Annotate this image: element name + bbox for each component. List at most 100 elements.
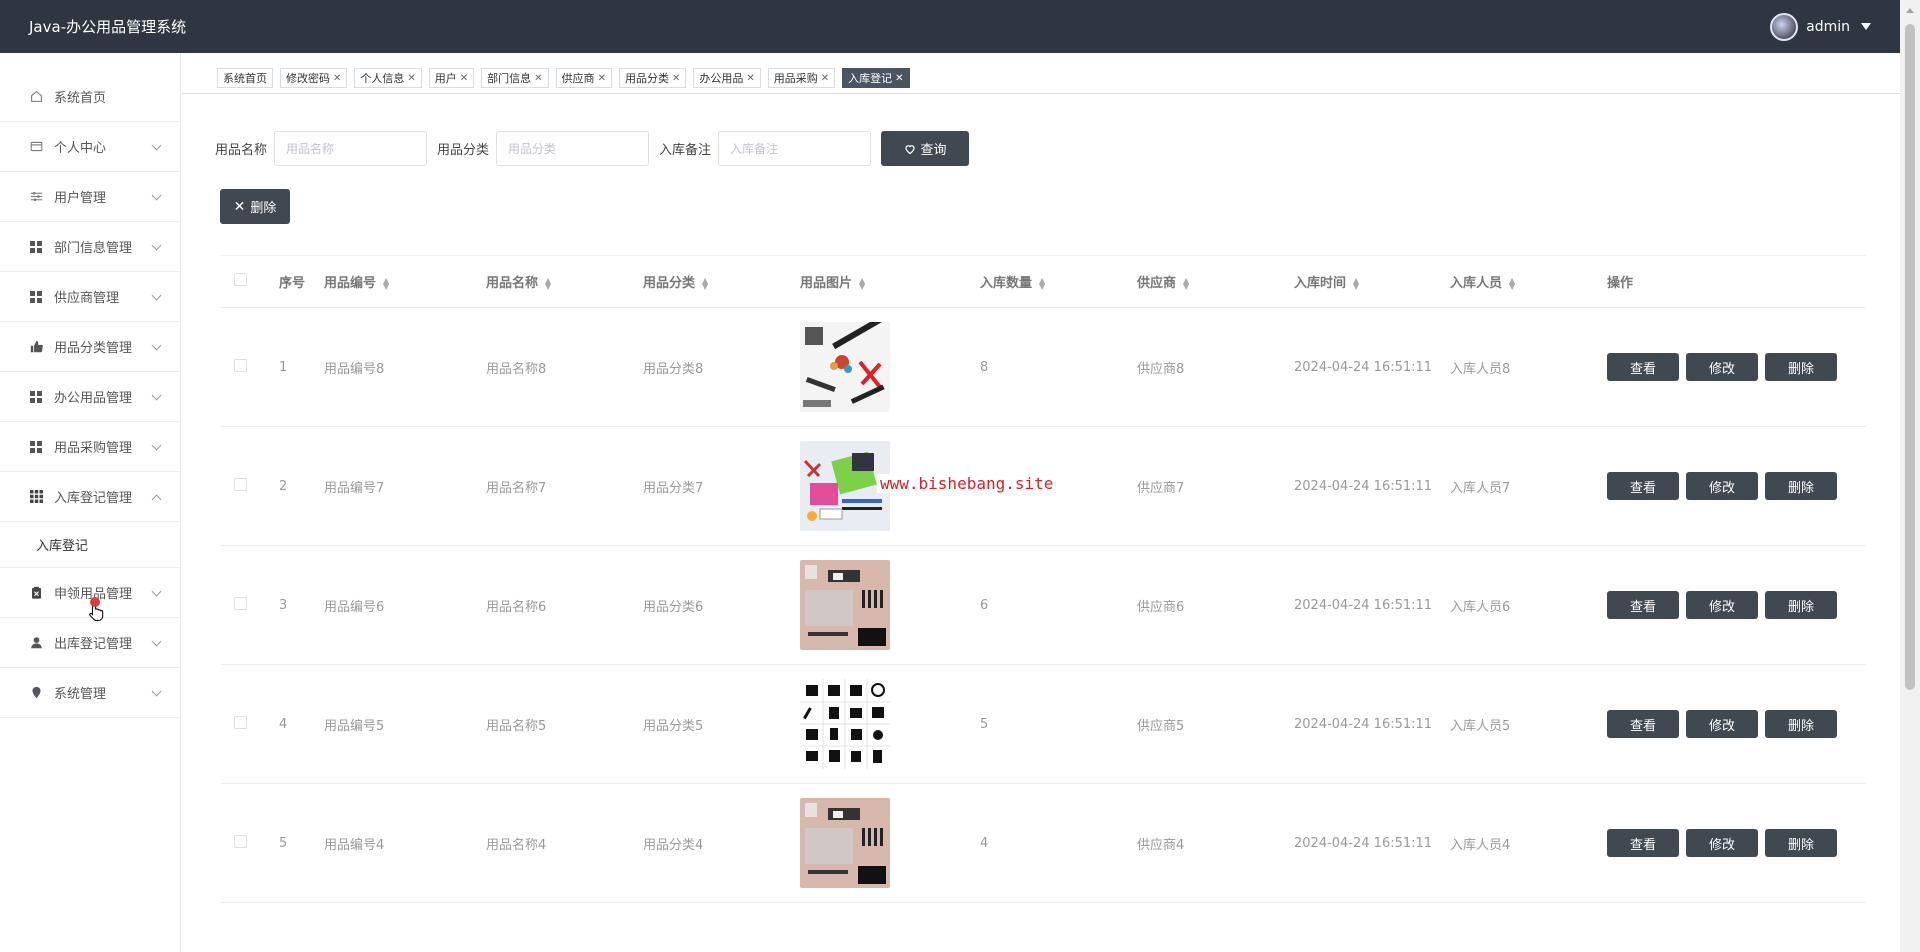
close-icon[interactable]: ✕ [895,73,903,84]
caret-down-icon[interactable] [1861,23,1871,30]
header-time[interactable]: 入库时间 ▲ ▼ [1294,272,1450,291]
sidebar-item[interactable]: 系统管理 [0,668,180,718]
tab[interactable]: 入库登记 ✕ [842,68,910,88]
edit-button[interactable]: 修改 [1686,829,1758,857]
edit-button[interactable]: 修改 [1686,472,1758,500]
inbound-table: 序号 用品编号 ▲ ▼ 用品名称 ▲ ▼ 用品分类 ▲ ▼ 用品图片 ▲ ▼ 入库数量 ▲ ▼ 供应… [221,255,1866,903]
tab[interactable]: 用品采购 ✕ [767,68,836,88]
edit-button[interactable]: 修改 [1686,710,1758,738]
edit-button[interactable]: 修改 [1686,591,1758,619]
sort-icon[interactable]: ▲ ▼ [383,276,389,290]
row-checkbox[interactable] [234,358,247,372]
item-image[interactable] [800,560,890,650]
user-menu[interactable]: admin [1770,12,1871,41]
tab[interactable]: 部门信息 ✕ [481,68,549,88]
close-icon[interactable]: ✕ [534,73,542,84]
cell-image[interactable] [800,560,980,650]
cell-supplier: 供应商8 [1137,361,1185,377]
sort-icon[interactable]: ▲ ▼ [859,276,865,290]
row-checkbox[interactable] [234,834,247,848]
header-qty[interactable]: 入库数量 ▲ ▼ [980,272,1137,291]
cell-code: 用品编号6 [324,599,385,615]
close-icon[interactable]: ✕ [460,73,468,84]
sidebar-item[interactable]: 出库登记管理 [0,618,180,668]
close-icon[interactable]: ✕ [672,73,680,84]
sidebar-item[interactable]: 供应商管理 [0,272,180,322]
sidebar-subitem[interactable]: 入库登记 [0,522,180,568]
category-input[interactable] [496,131,650,166]
scroll-thumb[interactable] [1905,24,1915,690]
row-checkbox[interactable] [234,596,247,610]
sort-icon[interactable]: ▲ ▼ [1039,276,1045,290]
batch-delete-button[interactable]: ✕ 删除 [220,189,290,224]
row-checkbox[interactable] [234,715,247,729]
view-button[interactable]: 查看 [1607,353,1679,381]
edit-button[interactable]: 修改 [1686,353,1758,381]
tab[interactable]: 系统首页 [217,68,273,88]
cell-code: 用品编号5 [324,718,385,734]
tab[interactable]: 用户 ✕ [428,68,475,88]
header-image[interactable]: 用品图片 ▲ ▼ [800,272,980,291]
close-icon[interactable]: ✕ [821,73,829,84]
view-button[interactable]: 查看 [1607,829,1679,857]
header-category[interactable]: 用品分类 ▲ ▼ [643,272,800,291]
close-icon[interactable]: ✕ [746,73,754,84]
sidebar-item[interactable]: 用品采购管理 [0,422,180,472]
top-header: Java-办公用品管理系统 admin [0,0,1900,53]
item-image[interactable] [800,798,890,888]
tab[interactable]: 用品分类 ✕ [618,68,687,88]
scroll-up-icon[interactable] [1906,8,1914,13]
vertical-scrollbar[interactable] [1900,0,1920,952]
cell-image[interactable] [800,798,980,888]
sidebar-item[interactable]: 部门信息管理 [0,222,180,272]
name-input[interactable] [274,131,428,166]
close-icon[interactable]: ✕ [598,73,606,84]
sidebar-item-label: 部门信息管理 [54,241,133,256]
sidebar-item[interactable]: 用户管理 [0,172,180,222]
header-name[interactable]: 用品名称 ▲ ▼ [486,272,643,291]
mouse-cursor [88,597,106,622]
item-image[interactable] [800,679,890,769]
cursor-dot [90,597,100,607]
tab[interactable]: 供应商 ✕ [555,68,612,88]
view-button[interactable]: 查看 [1607,591,1679,619]
sort-icon[interactable]: ▲ ▼ [1353,276,1359,290]
sidebar-item[interactable]: 办公用品管理 [0,372,180,422]
tab[interactable]: 办公用品 ✕ [693,68,761,88]
sort-icon[interactable]: ▲ ▼ [1183,276,1189,290]
cell-qty: 6 [980,597,989,613]
sidebar-item[interactable]: 个人中心 [0,122,180,172]
cell-image[interactable] [800,679,980,769]
delete-button[interactable]: 删除 [1765,829,1837,857]
delete-button[interactable]: 删除 [1765,353,1837,381]
view-button[interactable]: 查看 [1607,472,1679,500]
tab[interactable]: 修改密码 ✕ [280,68,348,88]
remark-input[interactable] [718,131,872,166]
row-checkbox[interactable] [234,477,247,491]
sidebar-item-label: 系统首页 [54,91,107,106]
query-button[interactable]: 查询 [881,131,970,166]
sidebar-item[interactable]: 用品分类管理 [0,322,180,372]
delete-button[interactable]: 删除 [1765,591,1837,619]
item-image[interactable] [800,322,890,412]
close-icon[interactable]: ✕ [333,73,341,84]
delete-button[interactable]: 删除 [1765,472,1837,500]
cell-image[interactable] [800,322,980,412]
sort-icon[interactable]: ▲ ▼ [702,276,708,290]
header-person[interactable]: 入库人员 ▲ ▼ [1450,272,1607,291]
header-supplier[interactable]: 供应商 ▲ ▼ [1137,272,1294,291]
sort-icon[interactable]: ▲ ▼ [1509,276,1515,290]
tab-label: 个人信息 [360,72,405,85]
sidebar-item[interactable]: 入库登记管理 [0,472,180,522]
avatar[interactable] [1770,12,1799,41]
select-all-checkbox[interactable] [234,273,247,286]
tab[interactable]: 个人信息 ✕ [354,68,422,88]
close-icon[interactable]: ✕ [407,73,415,84]
username[interactable]: admin [1806,19,1850,35]
header-code[interactable]: 用品编号 ▲ ▼ [324,272,486,291]
view-button[interactable]: 查看 [1607,710,1679,738]
sidebar-item[interactable]: 系统首页 [0,72,180,122]
delete-button[interactable]: 删除 [1765,710,1837,738]
apps-icon [29,490,43,504]
sort-icon[interactable]: ▲ ▼ [545,276,551,290]
